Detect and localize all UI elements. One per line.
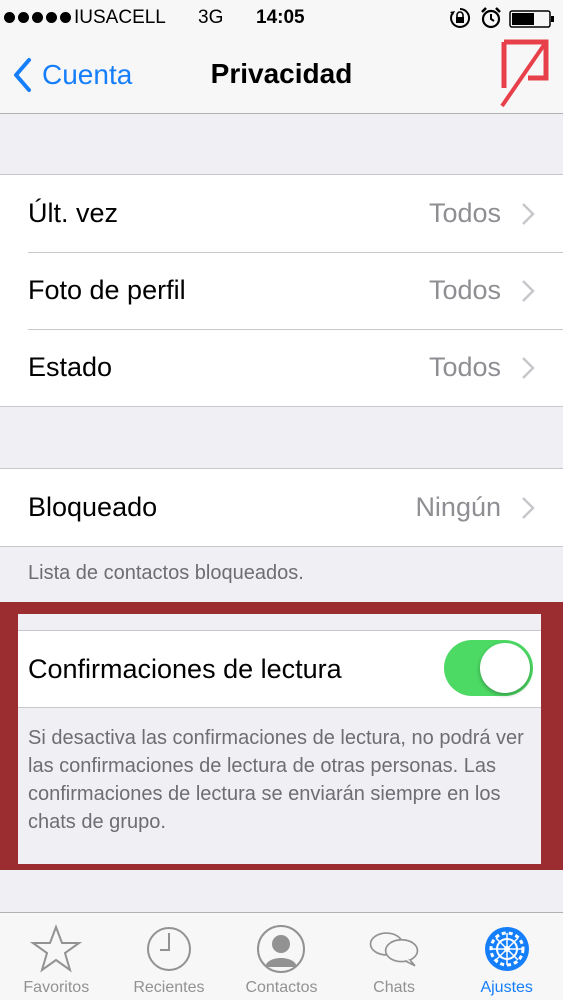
toggle-knob [480,643,530,693]
page-title: Privacidad [210,58,353,89]
row-value: Todos [428,275,501,305]
chevron-right-icon [522,203,535,225]
read-receipts-label: Confirmaciones de lectura [28,653,342,684]
blocked-settings-group: Bloqueado Ningún [0,468,563,547]
profile-photo-row[interactable]: Foto de perfil Todos [0,252,563,329]
signal-strength-icon [4,12,71,23]
network-type: 3G [198,7,224,28]
tab-label: Recientes [133,979,205,996]
read-receipts-row: Confirmaciones de lectura [18,630,541,708]
tab-contactos[interactable]: Contactos [225,913,338,1000]
carrier-name: IUSACELL [74,7,166,28]
battery-icon [509,10,554,28]
row-value: Todos [428,352,501,382]
alarm-icon [481,7,501,29]
tab-recientes[interactable]: Recientes [113,913,226,1000]
row-label: Foto de perfil [28,275,186,305]
contact-icon [257,925,306,973]
blocked-row[interactable]: Bloqueado Ningún [0,469,563,546]
visibility-settings-group: Últ. vez Todos Foto de perfil Todos Esta… [0,174,563,407]
tab-label: Contactos [245,979,318,996]
row-value: Ningún [415,492,501,522]
status-row[interactable]: Estado Todos [0,329,563,406]
chevron-right-icon [522,280,535,302]
rotation-lock-icon [450,7,471,28]
tab-ajustes[interactable]: Ajustes [450,913,563,1000]
read-receipts-toggle[interactable] [444,640,533,696]
row-label: Últ. vez [28,198,119,228]
clock-time: 14:05 [256,7,305,28]
brand-logo [500,39,549,108]
tab-bar: Favoritos Recientes Contactos Chats Ajus… [0,912,563,1000]
tab-chats[interactable]: Chats [338,913,451,1000]
status-bar: IUSACELL 3G 14:05 [0,0,563,36]
row-label: Estado [28,352,113,382]
star-icon [30,924,83,973]
clock-icon [146,927,191,971]
read-receipts-section: Confirmaciones de lectura Si desactiva l… [18,614,541,864]
tab-favoritos[interactable]: Favoritos [0,913,113,1000]
navigation-bar: Cuenta Privacidad [0,36,563,114]
chat-bubbles-icon [369,932,419,967]
tab-label: Chats [373,979,415,996]
gear-icon [484,927,529,971]
blocked-footnote: Lista de contactos bloqueados. [28,562,304,584]
last-seen-row[interactable]: Últ. vez Todos [0,175,563,252]
tab-label: Favoritos [23,979,90,996]
tab-label: Ajustes [480,979,533,996]
read-receipts-description: Si desactiva las confirmaciones de lectu… [28,727,524,833]
chevron-right-icon [522,497,535,519]
row-value: Todos [428,198,501,228]
row-label: Bloqueado [28,492,158,522]
chevron-right-icon [522,357,535,379]
highlight-frame: Confirmaciones de lectura Si desactiva l… [0,602,563,870]
